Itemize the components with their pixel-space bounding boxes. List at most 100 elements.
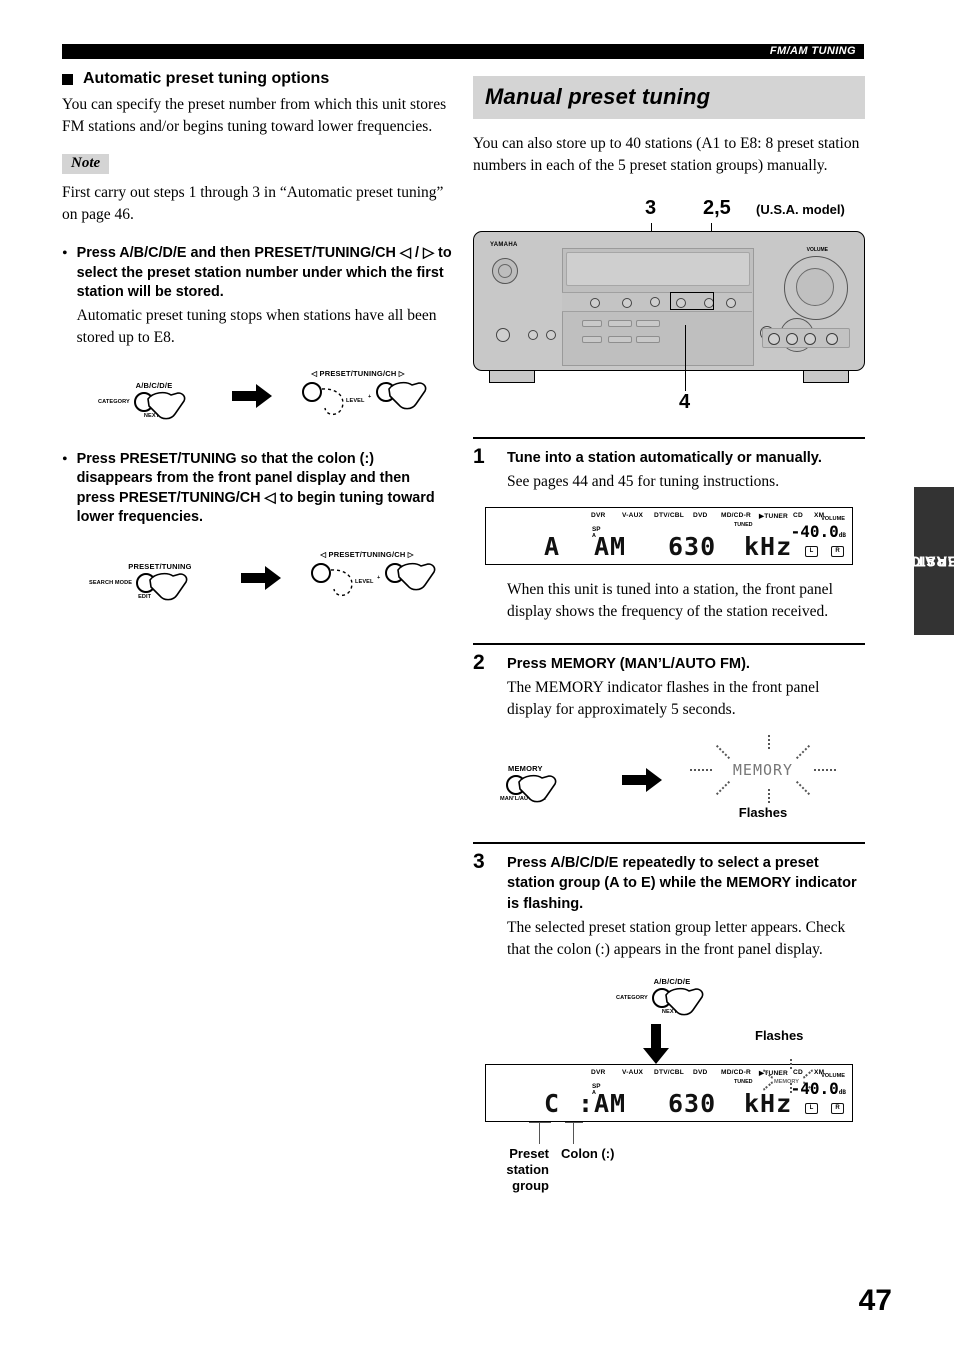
fm-am-knob[interactable] xyxy=(590,298,600,308)
program-plus-button[interactable] xyxy=(636,320,660,327)
right-arrow-icon-3 xyxy=(622,767,662,792)
step-3-rule xyxy=(473,842,865,845)
lcd1-ind-vaux: V-AUX xyxy=(622,512,644,520)
step-1-number: 1 xyxy=(473,445,485,468)
preset-tuning-ch-highlight xyxy=(670,292,714,310)
lcd3-indicator-row: DVR V-AUX DTV/CBL DVD MD/CD-R ▶TUNER CD … xyxy=(486,1069,852,1079)
manual-preset-tuning-title: Manual preset tuning xyxy=(473,76,865,119)
bullet-marker-2: • xyxy=(62,450,68,468)
lcd3-main-row: C : AM 630 kHz xyxy=(486,1089,852,1119)
audio-r-jack[interactable] xyxy=(804,333,816,345)
step-3-heading: Press A/B/C/D/E repeatedly to select a p… xyxy=(507,855,857,912)
page-number: 47 xyxy=(858,1284,892,1317)
receiver-front-panel: YAMAHA VOLUME xyxy=(473,231,865,371)
category-label-3: CATEGORY xyxy=(616,994,648,1001)
abcde-knob-group: A/B/C/D/E CATEGORY NEXT xyxy=(96,381,206,420)
manual-page: FM/AM TUNING Automatic preset tuning opt… xyxy=(0,0,954,1348)
lcd3-ind-dvd: DVD xyxy=(693,1068,708,1076)
video-aux-jacks xyxy=(762,328,850,348)
right-arrow-icon-2 xyxy=(241,565,281,590)
lcd3-ind-mdcdr: MD/CD-R xyxy=(721,1068,751,1076)
bullet-item-1: • Press A/B/C/D/E and then PRESET/TUNING… xyxy=(62,244,452,349)
lcd1-indicator-row: DVR V-AUX DTV/CBL DVD MD/CD-R ▶TUNER CD … xyxy=(486,512,852,522)
side-tab-basic-operation: BASIC OPERATION xyxy=(888,487,954,635)
lcd3-colon: : xyxy=(578,1088,595,1118)
volume-knob[interactable] xyxy=(784,256,848,320)
flash-ray-bottom xyxy=(768,789,770,804)
lcd1-ind-cd: CD xyxy=(793,512,803,520)
tone-control-button[interactable] xyxy=(582,336,602,343)
headphone-right-button[interactable] xyxy=(546,330,556,340)
flash-ray-tl xyxy=(715,745,731,760)
tuner-mode-knob[interactable] xyxy=(622,298,632,308)
lcd3-band: AM xyxy=(594,1088,627,1118)
step-1: 1 Tune into a station automatically or m… xyxy=(473,437,865,623)
step-2-rule xyxy=(473,643,865,646)
receiver-callouts: 3 2,5 (U.S.A. model) xyxy=(473,197,865,275)
lcd1-band: AM xyxy=(594,532,627,562)
memory-flash-graphic: MEMORY xyxy=(688,735,838,804)
operation-diagram-1: A/B/C/D/E CATEGORY NEXT ◁ PRESET/TUNING/… xyxy=(62,369,452,424)
preset-tuning-panel-knob[interactable] xyxy=(650,297,660,307)
video-jack[interactable] xyxy=(768,333,780,345)
preset-tuning-ch-left-knob-2[interactable] xyxy=(311,563,331,584)
preset-tuning-ch-group-2: ◁ PRESET/TUNING/CH ▷ LEVEL + xyxy=(307,550,436,605)
leader-line-colon xyxy=(573,1121,575,1144)
preset-tuning-ch-group: ◁ PRESET/TUNING/CH ▷ LEVEL + xyxy=(298,369,427,424)
program-minus-button[interactable] xyxy=(608,320,632,327)
headphone-left-button[interactable] xyxy=(528,330,538,340)
pointing-hand-icon-2 xyxy=(388,381,427,410)
abcde-knob-top-label-3: A/B/C/D/E xyxy=(653,976,691,986)
flashes-label-step3: Flashes xyxy=(755,1027,804,1043)
memory-panel-knob[interactable] xyxy=(726,298,736,308)
level-label-2: LEVEL xyxy=(355,579,374,586)
audio-l-jack[interactable] xyxy=(786,333,798,345)
operation-diagram-2: PRESET/TUNING SEARCH MODE EDIT ◁ PRESET/… xyxy=(62,550,452,605)
step-2-subtext: The MEMORY indicator flashes in the fron… xyxy=(507,679,820,719)
memory-knob-top-label: MEMORY xyxy=(508,764,543,774)
lcd3-right-channel: R xyxy=(831,1102,844,1114)
callout-line-4 xyxy=(685,325,687,391)
step-2-heading: Press MEMORY (MAN’L/AUTO FM). xyxy=(507,656,750,673)
right-arrow-icon xyxy=(232,384,272,409)
power-button[interactable] xyxy=(492,258,518,284)
operation-diagram-step2: MEMORY MAN’L/AUTO FM MEMORY Flashes xyxy=(473,735,865,820)
lcd3-ind-cd: CD xyxy=(793,1068,803,1076)
search-mode-label: SEARCH MODE xyxy=(89,580,133,587)
running-header-text: FM/AM TUNING xyxy=(769,45,856,57)
bass-plus-button[interactable] xyxy=(636,336,660,343)
pointing-hand-icon-4 xyxy=(397,562,436,591)
abcde-knob-group-step3: A/B/C/D/E CATEGORY NEXT xyxy=(614,976,724,1016)
lcd-display-step1: DVR V-AUX DTV/CBL DVD MD/CD-R ▶TUNER CD … xyxy=(485,507,853,566)
receiver-foot-left xyxy=(489,371,535,383)
bass-minus-button[interactable] xyxy=(608,336,632,343)
bullet-2-bold-text: Press PRESET/TUNING so that the colon (:… xyxy=(76,450,435,526)
flash-ray-br xyxy=(795,781,811,796)
flash-ray-top xyxy=(768,735,770,750)
side-tab-line2: OPERATION xyxy=(887,552,954,570)
lcd3-flash-ray-up xyxy=(790,1058,792,1069)
lcd3-group-letter: C xyxy=(544,1088,561,1118)
step-3: 3 Press A/B/C/D/E repeatedly to select a… xyxy=(473,842,865,1193)
step-1-subtext: See pages 44 and 45 for tuning instructi… xyxy=(507,473,780,491)
bullet-item-2: • Press PRESET/TUNING so that the colon … xyxy=(62,450,452,528)
receiver-illustration: 3 2,5 (U.S.A. model) YAMAHA VOLUME 4 xyxy=(473,197,865,419)
pointing-hand-icon-5 xyxy=(518,775,557,803)
down-arrow-icon xyxy=(643,1023,669,1064)
flash-ray-right xyxy=(814,769,836,772)
flash-ray-left xyxy=(690,769,712,772)
flash-ray-bl xyxy=(715,781,731,796)
running-header-bar: FM/AM TUNING xyxy=(62,44,864,59)
optical-jack[interactable] xyxy=(826,333,838,345)
lcd3-frequency: 630 xyxy=(668,1088,717,1118)
lcd1-right-channel: R xyxy=(831,546,844,558)
leader-bracket-colon xyxy=(565,1121,583,1124)
left-column: Automatic preset tuning options You can … xyxy=(62,70,452,605)
lcd1-main-row: A AM 630 kHz xyxy=(486,532,852,562)
preset-tuning-ch-left-knob[interactable] xyxy=(302,381,322,402)
bullet-marker: • xyxy=(62,245,68,262)
speakers-ab-knob[interactable] xyxy=(496,328,510,342)
abcde-knob-side-label: CATEGORY xyxy=(98,398,130,405)
straight-button[interactable] xyxy=(582,320,602,327)
yamaha-logo: YAMAHA xyxy=(490,242,518,248)
